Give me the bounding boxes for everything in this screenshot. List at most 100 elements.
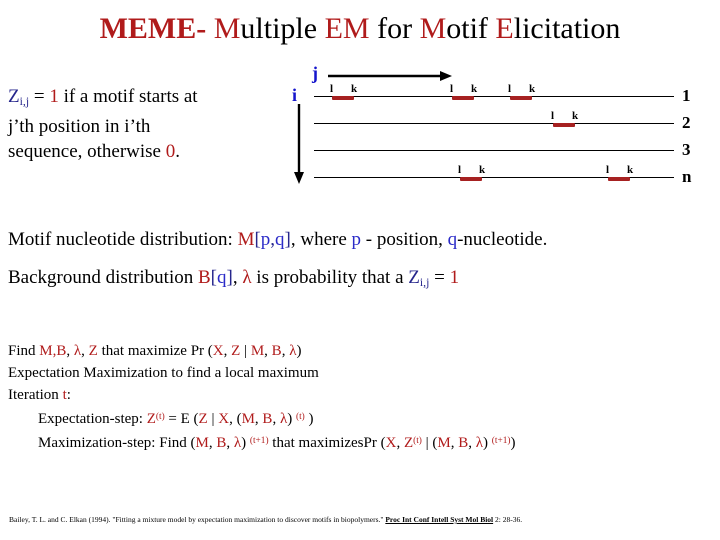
z-variable-definition: Zi,j = 1 if a motif starts at j’th posit… <box>8 84 280 164</box>
mstep-close3: ) <box>510 435 516 452</box>
motif-start-label: l <box>508 83 512 95</box>
estep-B: B <box>262 411 273 428</box>
motif-start-label: l <box>458 164 462 176</box>
bg-dist-Z-subscript: i,j <box>419 275 430 289</box>
estep-equals: = E ( <box>164 411 199 428</box>
iteration-suffix: : <box>66 387 71 403</box>
title-part-licitation: licitation <box>513 12 621 45</box>
find-M: M <box>39 343 53 359</box>
motif-segment <box>460 177 482 181</box>
algorithm-block: Find M,B, λ, Z that maximize Pr (X, Z | … <box>8 340 708 454</box>
motif-segment <box>332 96 354 100</box>
algo-line-find: Find M,B, λ, Z that maximize Pr (X, Z | … <box>8 340 708 362</box>
motif-dist-q2: q <box>447 229 458 250</box>
mstep-comma3: , <box>396 435 404 452</box>
estep-prefix: Expectation-step: <box>38 411 147 428</box>
title-space-1 <box>206 12 214 45</box>
mstep-bar: | ( <box>421 435 438 452</box>
z-equals: = <box>29 86 50 107</box>
title-part-em: EM <box>324 12 370 45</box>
motif-segment <box>608 177 630 181</box>
mstep-superscript-1: (t+1) <box>249 436 269 447</box>
z-line3-suffix: . <box>175 140 180 162</box>
motif-dist-M: M <box>237 229 255 250</box>
title-part-for: for <box>369 12 420 45</box>
title-part-ultiple: ultiple <box>240 12 325 45</box>
algo-line-iteration: Iteration t: <box>8 384 708 406</box>
mstep-comma2: , <box>226 435 234 452</box>
find-comma3: , <box>81 343 89 359</box>
motif-dist-q: q <box>275 229 285 250</box>
find-comma5: , <box>264 343 272 359</box>
motif-dist-suffix: -nucleotide. <box>457 229 548 250</box>
bg-dist-Z: Z <box>408 267 420 288</box>
motif-dist-mid: , where <box>290 229 352 250</box>
find-Z: Z <box>88 343 98 359</box>
algo-line-maximization-step: Maximization-step: Find (M, B, λ) (t+1) … <box>8 430 708 454</box>
algo-line-em: Expectation Maximization to find a local… <box>8 365 319 381</box>
citation-volume-pages: 2: 28-36. <box>493 515 523 524</box>
find-B2: B <box>271 343 282 359</box>
mstep-B: B <box>216 435 227 452</box>
find-B: B <box>56 343 67 359</box>
z-value-zero: 0 <box>165 140 176 162</box>
z-value-one: 1 <box>49 86 59 107</box>
motif-start-label: l <box>551 110 555 122</box>
bg-dist-B: B <box>197 267 211 288</box>
bg-dist-equals: = <box>429 267 450 288</box>
motif-dist-p: p <box>260 229 271 250</box>
axis-j-arrow-icon <box>328 69 452 88</box>
estep-bar: | <box>207 411 219 428</box>
z-line3-prefix: sequence, otherwise <box>8 140 166 162</box>
sequence-line-3 <box>314 150 674 151</box>
find-Z2: Z <box>231 343 241 359</box>
title-part-m1: M <box>213 12 241 45</box>
bg-dist-one: 1 <box>449 267 460 288</box>
axis-i-label: i <box>292 85 298 105</box>
mstep-M2: M <box>437 435 451 452</box>
motif-end-label: k <box>351 83 358 95</box>
sequence-motif-diagram: j i 1 l k l k l k 2 l k 3 n l k l k <box>290 64 710 185</box>
mstep-lambda2: λ <box>475 435 484 452</box>
find-comma2: , <box>66 343 74 359</box>
z-subscript: i,j <box>19 94 30 108</box>
mstep-close1: ) <box>241 435 250 452</box>
mstep-Z: Z <box>403 435 414 452</box>
mstep-B2: B <box>458 435 469 452</box>
motif-segment <box>452 96 474 100</box>
sequence-line-2 <box>314 123 674 124</box>
estep-comma3: , <box>272 411 280 428</box>
mstep-close2: ) <box>483 435 492 452</box>
estep-superscript: (t) <box>295 412 305 422</box>
find-bar: | <box>240 343 251 359</box>
z-line2: j’th position in i’th <box>8 115 151 137</box>
mstep-M: M <box>195 435 209 452</box>
axis-i-arrow-icon <box>292 104 306 189</box>
find-mid: that maximize Pr ( <box>97 343 213 359</box>
page-title: MEME- Multiple EM for Motif Elicitation <box>0 10 720 48</box>
motif-start-label: l <box>330 83 334 95</box>
find-prefix: Find <box>8 343 40 359</box>
mstep-superscript-2: (t+1) <box>491 436 511 447</box>
iteration-prefix: Iteration <box>8 387 63 403</box>
mstep-comma5: , <box>468 435 476 452</box>
estep-close2: ) <box>304 411 314 428</box>
bg-dist-prefix: Background distribution <box>8 267 198 288</box>
motif-end-label: k <box>471 83 478 95</box>
algo-line-expectation-step: Expectation-step: Z(t) = E (Z | X, (M, B… <box>8 406 708 430</box>
title-part-otif: otif <box>446 12 496 45</box>
mstep-Z-superscript: (t) <box>413 436 422 447</box>
find-M2: M <box>250 343 265 359</box>
bg-dist-mid: , <box>232 267 243 288</box>
estep-Z-superscript: (t) <box>155 412 165 422</box>
motif-dist-p2: p <box>351 229 362 250</box>
slide-canvas: MEME- Multiple EM for Motif Elicitation … <box>0 0 720 540</box>
bg-dist-mid2: is probability that a <box>251 267 409 288</box>
motif-end-label: k <box>627 164 634 176</box>
motif-end-label: k <box>572 110 579 122</box>
mstep-prefix: Maximization-step: Find ( <box>38 435 196 452</box>
motif-dist-mid2: - position, <box>361 229 448 250</box>
citation-journal: Proc Int Conf Intell Syst Mol Biol <box>385 515 494 524</box>
estep-X: X <box>218 411 230 428</box>
motif-end-label: k <box>529 83 536 95</box>
